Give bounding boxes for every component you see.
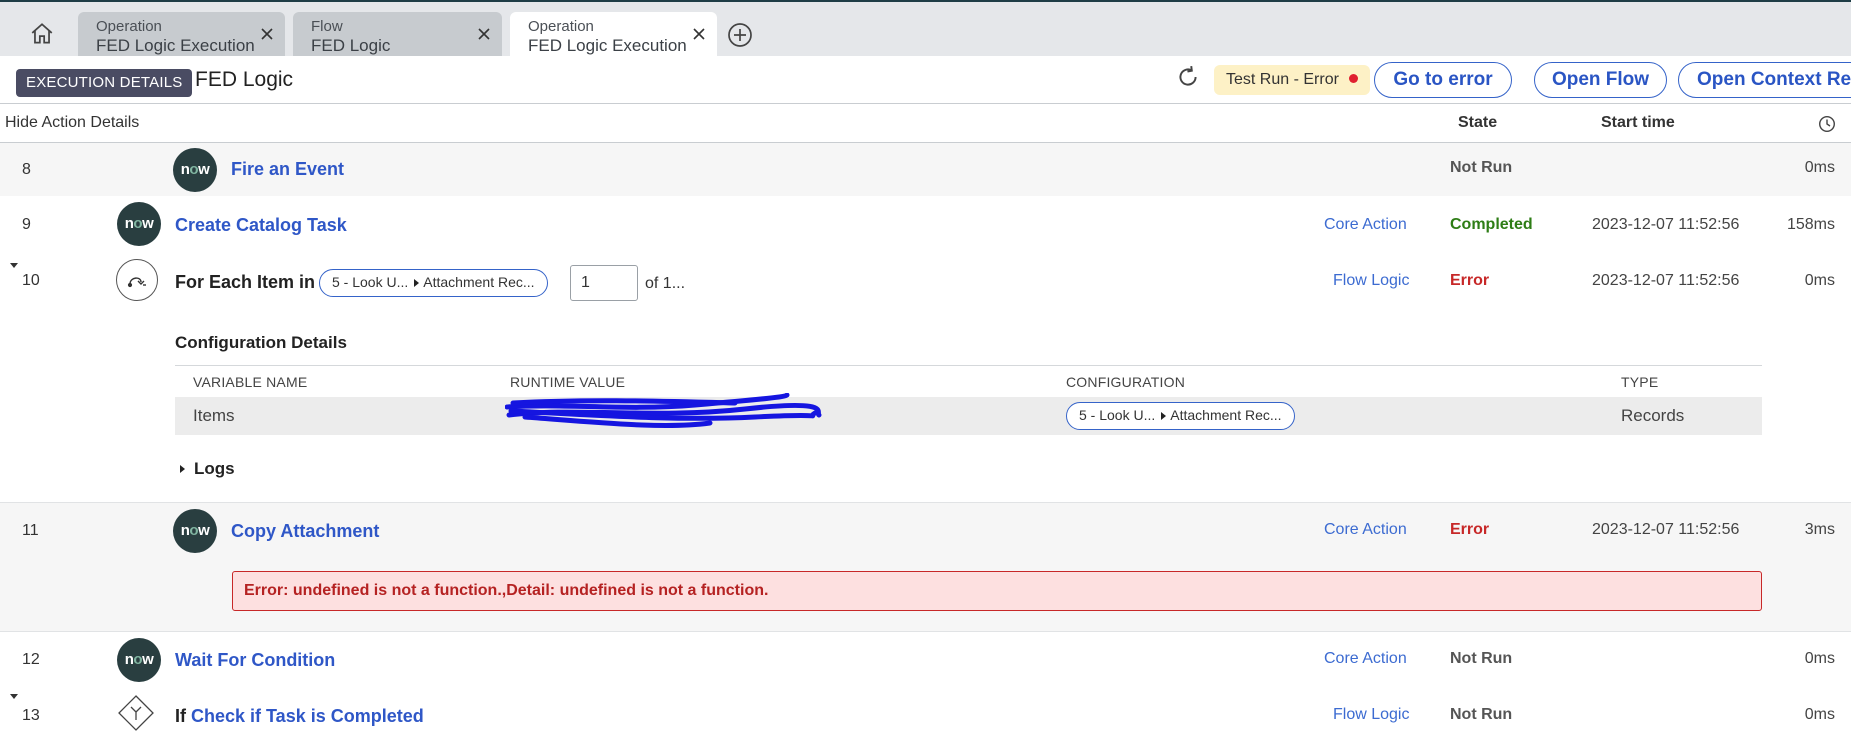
iteration-input[interactable] [570,265,638,301]
variable-name-cell: Items [193,406,235,425]
step-row-8[interactable]: 8 now Fire an Event Not Run 0ms [0,143,1851,196]
type-header: TYPE [1621,374,1659,390]
hide-action-details-link[interactable]: Hide Action Details [5,114,139,132]
step-category: Core Action [1324,521,1407,538]
step-duration: 0ms [1804,650,1835,667]
error-dot-icon [1348,74,1358,83]
now-logo-icon: now [173,509,217,553]
configuration-details-title: Configuration Details [175,333,347,352]
step-number: 9 [22,216,31,233]
go-to-error-button[interactable]: Go to error [1374,62,1512,98]
execution-details-badge: EXECUTION DETAILS [16,69,193,97]
clock-icon[interactable] [1818,115,1836,133]
now-logo-icon: now [173,148,217,192]
step-row-13[interactable]: 13 If Check if Task is Completed Flow Lo… [0,687,1851,744]
step-state: Error [1450,272,1490,289]
redaction-scribble [505,393,822,428]
tab-name-label: FED Logic Execution [96,36,255,55]
now-logo-icon: now [117,202,161,246]
open-context-record-button[interactable]: Open Context Record [1678,62,1851,98]
step-state: Error [1450,521,1490,538]
step-number: 8 [22,161,31,178]
close-icon[interactable] [476,26,492,42]
step-start-time: 2023-12-07 11:52:56 [1592,272,1740,289]
step-name[interactable]: Wait For Condition [175,650,335,671]
step-name[interactable]: Copy Attachment [231,521,379,542]
state-column-header[interactable]: State [1458,114,1497,132]
page-title: FED Logic [195,68,294,91]
logs-toggle[interactable]: Logs [180,459,235,479]
execution-header: EXECUTION DETAILS FED Logic Test Run - E… [0,56,1851,104]
step-category: Flow Logic [1333,706,1410,723]
iteration-of-label: of 1... [645,275,686,292]
column-header: Hide Action Details State Start time [0,104,1851,143]
data-pill[interactable]: 5 - Look U... Attachment Rec... [1066,402,1295,430]
collapse-caret-icon[interactable] [10,263,18,268]
variable-name-header: VARIABLE NAME [193,374,308,390]
data-pill[interactable]: 5 - Look U... Attachment Rec... [319,269,548,297]
tab-type-label: Operation [528,18,594,35]
step-name: For Each Item in [175,272,316,292]
step-state: Not Run [1450,159,1513,176]
refresh-icon[interactable] [1175,64,1201,90]
if-icon [118,695,154,731]
step-duration: 158ms [1786,216,1835,233]
step-number: 10 [22,272,40,289]
step-row-9[interactable]: 9 now Create Catalog Task Core Action Co… [0,196,1851,251]
step-category: Core Action [1324,216,1407,233]
configuration-table: VARIABLE NAME RUNTIME VALUE CONFIGURATIO… [175,365,1762,435]
runtime-value-header: RUNTIME VALUE [510,374,626,390]
step-row-11[interactable]: 11 now Copy Attachment Core Action Error… [0,503,1851,631]
pill-separator-icon [1161,412,1167,420]
step-name[interactable]: Create Catalog Task [175,215,347,236]
close-icon[interactable] [691,26,707,42]
step-state: Not Run [1450,650,1513,667]
collapse-caret-icon[interactable] [10,694,18,699]
step-state: Completed [1450,216,1533,233]
step-category: Core Action [1324,650,1407,667]
add-tab-icon[interactable] [727,22,753,48]
tab-flow[interactable]: Flow FED Logic [293,12,502,56]
step-row-12[interactable]: 12 now Wait For Condition Core Action No… [0,632,1851,687]
start-time-column-header[interactable]: Start time [1601,114,1675,132]
table-row: Items 5 - Look U... Attachment Rec... Rec… [175,397,1762,435]
step-duration: 0ms [1804,272,1835,289]
tab-type-label: Flow [311,18,343,35]
step-number: 12 [22,651,40,668]
if-label: If [175,706,186,726]
pill-separator-icon [414,279,420,287]
tab-type-label: Operation [96,18,162,35]
expand-caret-icon [180,465,185,473]
status-badge: Test Run - Error [1214,65,1370,95]
step-name[interactable]: Fire an Event [231,159,344,180]
error-message: Error: undefined is not a function.,Deta… [232,571,1762,611]
tab-name-label: FED Logic [311,36,391,55]
status-label: Test Run - Error [1226,71,1339,88]
tab-operation-1[interactable]: Operation FED Logic Execution [78,12,285,56]
step-start-time: 2023-12-07 11:52:56 [1592,216,1740,233]
step-category: Flow Logic [1333,272,1410,289]
tab-name-label: FED Logic Execution [528,36,687,55]
close-icon[interactable] [259,26,275,42]
step-start-time: 2023-12-07 11:52:56 [1592,521,1740,538]
home-button[interactable] [20,14,64,54]
tab-bar: Operation FED Logic Execution Flow FED L… [0,0,1851,56]
for-each-icon [116,259,158,301]
configuration-header: CONFIGURATION [1066,374,1186,390]
step-duration: 0ms [1804,706,1835,723]
tab-operation-active[interactable]: Operation FED Logic Execution [510,12,717,56]
step-duration: 0ms [1804,159,1835,176]
open-flow-button[interactable]: Open Flow [1534,62,1667,98]
now-logo-icon: now [117,638,161,682]
step-name[interactable]: Check if Task is Completed [191,706,424,727]
step-number: 13 [22,707,40,724]
step-duration: 3ms [1804,521,1835,538]
step-number: 11 [22,522,39,539]
type-cell: Records [1621,406,1685,425]
home-icon [31,23,53,44]
step-state: Not Run [1450,706,1513,723]
